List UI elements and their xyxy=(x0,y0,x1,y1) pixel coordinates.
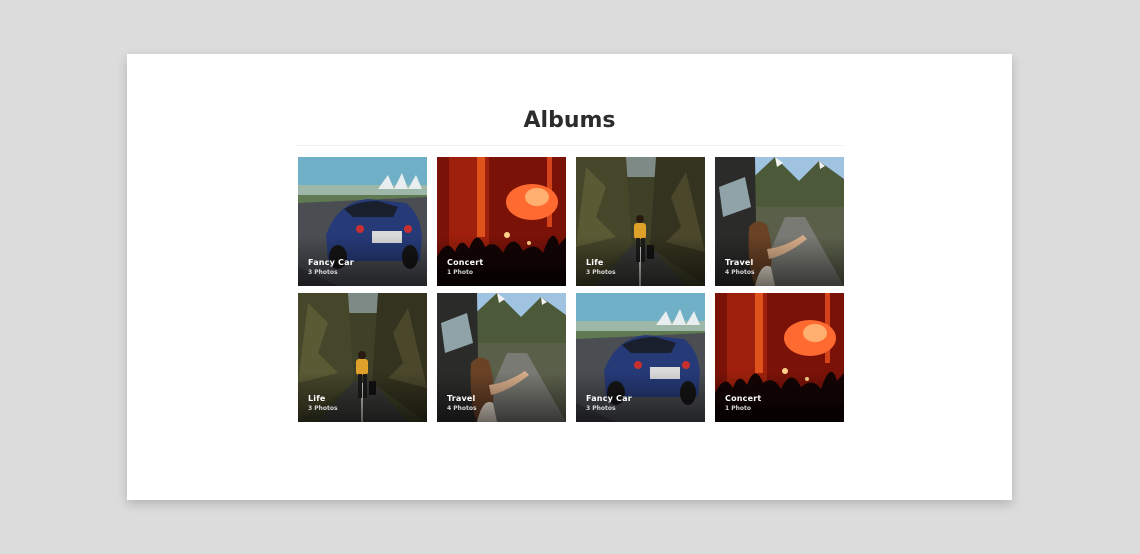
album-caption: Life 3 Photos xyxy=(586,258,616,277)
album-tile[interactable]: Fancy Car 3 Photos xyxy=(576,293,705,422)
album-photo-count: 1 Photo xyxy=(447,269,474,276)
album-photo-count: 4 Photos xyxy=(725,269,755,276)
album-name: Travel xyxy=(447,394,476,403)
album-caption: Travel 4 Photos xyxy=(447,394,477,413)
album-caption: Concert 1 Photo xyxy=(725,394,761,413)
album-tile[interactable]: Travel 4 Photos xyxy=(715,157,844,286)
album-name: Concert xyxy=(725,394,762,403)
album-tile[interactable]: Life 3 Photos xyxy=(576,157,705,286)
album-photo-count: 3 Photos xyxy=(308,405,338,412)
album-caption: Concert 1 Photo xyxy=(447,258,483,277)
page-title: Albums xyxy=(523,108,616,133)
album-name: Fancy Car xyxy=(586,394,632,403)
album-name: Life xyxy=(586,258,604,267)
album-tile[interactable]: Concert 1 Photo xyxy=(715,293,844,422)
album-name: Concert xyxy=(447,258,484,267)
album-photo-count: 3 Photos xyxy=(586,269,616,276)
albums-grid: Fancy Car 3 Photos Concert 1 Photo Life 3 P… xyxy=(298,157,845,422)
album-name: Travel xyxy=(725,258,754,267)
albums-card: Albums Fancy Car 3 Photos Concert 1 Photo xyxy=(127,54,1012,500)
album-caption: Travel 4 Photos xyxy=(725,258,755,277)
album-tile[interactable]: Life 3 Photos xyxy=(298,293,427,422)
album-photo-count: 3 Photos xyxy=(586,405,616,412)
album-photo-count: 3 Photos xyxy=(308,269,338,276)
album-photo-count: 1 Photo xyxy=(725,405,752,412)
album-name: Life xyxy=(308,394,326,403)
title-divider xyxy=(297,145,844,146)
album-tile[interactable]: Concert 1 Photo xyxy=(437,157,566,286)
album-tile[interactable]: Travel 4 Photos xyxy=(437,293,566,422)
album-photo-count: 4 Photos xyxy=(447,405,477,412)
album-tile[interactable]: Fancy Car 3 Photos xyxy=(298,157,427,286)
album-name: Fancy Car xyxy=(308,258,354,267)
album-caption: Fancy Car 3 Photos xyxy=(586,394,632,413)
album-caption: Fancy Car 3 Photos xyxy=(308,258,354,277)
album-caption: Life 3 Photos xyxy=(308,394,338,413)
